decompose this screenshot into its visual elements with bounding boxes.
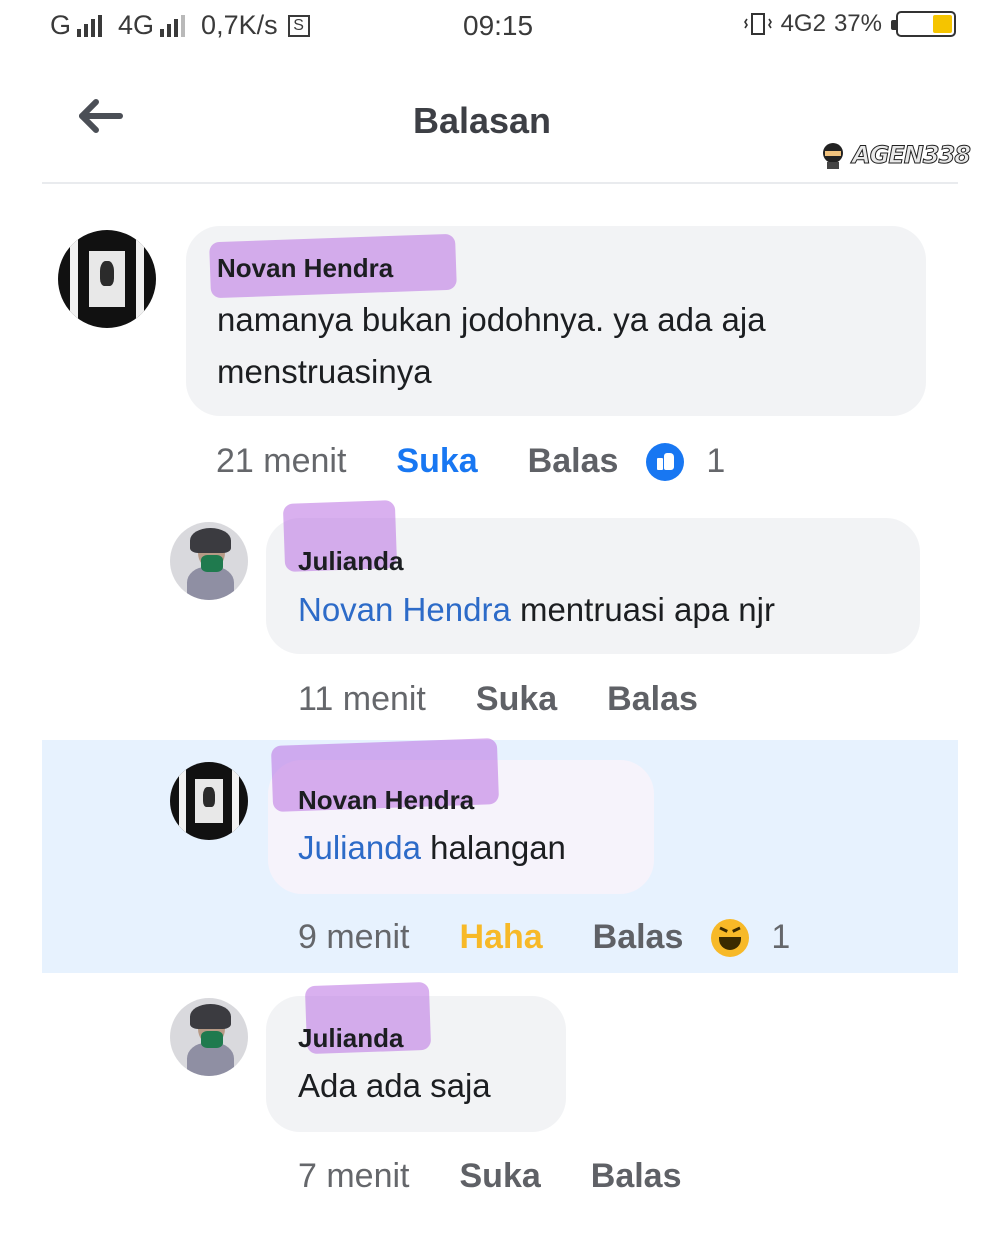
watermark-logo: AGEN338 xyxy=(818,140,972,170)
network-label-2: 4G xyxy=(118,10,155,40)
comment-text-line-1: namanya bukan jodohnya. ya ada aja xyxy=(217,301,766,338)
battery-fill xyxy=(933,15,952,33)
comment-author[interactable]: Julianda xyxy=(298,546,403,577)
comment-text: Julianda halangan xyxy=(298,822,566,874)
network-speed: 0,7K/s xyxy=(201,10,278,40)
battery-icon xyxy=(891,11,956,37)
reaction-count: 1 xyxy=(706,442,726,480)
like-button[interactable]: Suka xyxy=(476,680,557,719)
watermark-text: AGEN338 xyxy=(852,141,972,170)
mention-link[interactable]: Novan Hendra xyxy=(298,591,511,628)
comment-meta: 21 menit Suka Balas 1 xyxy=(216,442,725,481)
header-divider xyxy=(42,182,958,184)
reply-button[interactable]: Balas xyxy=(593,918,684,957)
status-bar: G 4G 0,7K/s S 09:15 4G2 37% xyxy=(0,0,1000,56)
comment-meta: 11 menit Suka Balas xyxy=(298,680,698,719)
haha-icon xyxy=(711,918,750,957)
battery-percent: 37% xyxy=(833,10,882,37)
comment-body: mentruasi apa njr xyxy=(519,591,775,628)
page-title: Balasan xyxy=(412,100,552,141)
avatar[interactable] xyxy=(170,522,248,600)
avatar[interactable] xyxy=(170,762,248,840)
comment-time: 9 menit xyxy=(298,918,410,956)
reaction-count: 1 xyxy=(771,918,791,956)
comment-text: namanya bukan jodohnya. ya ada aja menst… xyxy=(217,294,766,398)
reply-button[interactable]: Balas xyxy=(528,442,619,481)
reply-button[interactable]: Balas xyxy=(591,1157,682,1196)
avatar[interactable] xyxy=(170,998,248,1076)
comment-time: 11 menit xyxy=(298,680,426,718)
vibrate-icon xyxy=(743,13,772,35)
signal-strength-icon-2 xyxy=(160,14,186,37)
haha-button[interactable]: Haha xyxy=(460,918,543,957)
comment-author[interactable]: Julianda xyxy=(298,1023,403,1054)
comment-meta: 7 menit Suka Balas xyxy=(298,1157,682,1196)
signal-strength-icon xyxy=(77,14,103,37)
comment-text-line-2: menstruasinya xyxy=(217,353,432,390)
comment-time: 7 menit xyxy=(298,1157,410,1195)
network-label-3: 4G2 xyxy=(780,10,826,37)
comment-body: halangan xyxy=(430,829,566,866)
status-left: G 4G 0,7K/s S xyxy=(50,10,310,41)
reply-button[interactable]: Balas xyxy=(607,680,698,719)
comment-author[interactable]: Novan Hendra xyxy=(217,253,393,284)
like-icon xyxy=(646,442,685,481)
s-app-icon: S xyxy=(287,14,310,37)
network-label-1: G xyxy=(50,10,72,40)
comment-meta: 9 menit Haha Balas 1 xyxy=(298,918,790,957)
ninja-mascot-icon xyxy=(823,143,844,169)
comment-author[interactable]: Novan Hendra xyxy=(298,785,474,816)
mention-link[interactable]: Julianda xyxy=(298,829,421,866)
status-time: 09:15 xyxy=(463,10,534,41)
status-right: 4G2 37% xyxy=(743,10,956,38)
like-button[interactable]: Suka xyxy=(460,1157,541,1196)
comment-time: 21 menit xyxy=(216,442,347,480)
like-button[interactable]: Suka xyxy=(396,442,477,481)
comment-text: Ada ada saja xyxy=(298,1067,491,1104)
comment-text: Novan Hendra mentruasi apa njr xyxy=(298,584,775,636)
avatar[interactable] xyxy=(58,230,156,328)
